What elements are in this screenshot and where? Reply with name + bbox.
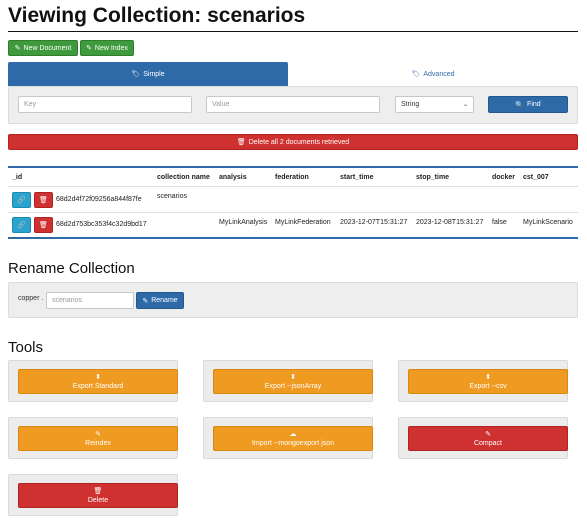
tool-export-standard-panel: ⬍ Export Standard bbox=[8, 360, 178, 402]
tool-export-csv-panel: ⬍ Export --csv bbox=[398, 360, 568, 402]
row-id: 68d2d753bc353f4c32d9bd17 bbox=[56, 221, 147, 228]
export-csv-label: Export --csv bbox=[469, 382, 507, 390]
table-bottom-border bbox=[8, 237, 578, 239]
row-docker: false bbox=[492, 219, 507, 226]
rename-input-value: scenarios bbox=[52, 297, 82, 304]
trash-icon: 🗑 bbox=[93, 487, 103, 495]
new-index-button[interactable]: ✎ New Index bbox=[80, 40, 134, 56]
export-csv-button[interactable]: ⬍ Export --csv bbox=[408, 369, 568, 394]
row-analysis: MyLinkAnalysis bbox=[219, 219, 268, 226]
delete-row-button[interactable]: 🗑 bbox=[34, 192, 53, 208]
tool-delete-panel: 🗑 Delete bbox=[8, 474, 178, 516]
tool-export-jsonarray-panel: ⬍ Export --jsonArray bbox=[203, 360, 373, 402]
tools-title: Tools bbox=[8, 339, 44, 356]
find-label: Find bbox=[527, 101, 541, 108]
delete-collection-button[interactable]: 🗑 Delete bbox=[18, 483, 178, 508]
title-divider bbox=[8, 31, 578, 32]
tab-advanced[interactable]: 🏷 Advanced bbox=[288, 62, 578, 86]
tab-advanced-label: Advanced bbox=[423, 70, 455, 78]
page-title: Viewing Collection: scenarios bbox=[8, 4, 306, 27]
compact-label: Compact bbox=[473, 439, 502, 447]
row-stop-time: 2023-12-08T15:31:27 bbox=[416, 219, 484, 226]
search-icon: 🔍 bbox=[515, 101, 525, 109]
export-icon: ⬍ bbox=[485, 373, 491, 381]
wrench-icon: ✎ bbox=[485, 430, 491, 438]
export-icon: ⬍ bbox=[290, 373, 296, 381]
col-docker: docker bbox=[492, 174, 515, 181]
trash-icon: 🗑 bbox=[39, 222, 48, 229]
row-collection-name: scenarios bbox=[157, 193, 187, 200]
import-button[interactable]: ☁ Import --mongoexport json bbox=[213, 426, 373, 451]
wrench-icon: ✎ bbox=[95, 430, 101, 438]
col-stop-time: stop_time bbox=[416, 174, 450, 181]
key-placeholder: Key bbox=[24, 101, 37, 108]
row-cst-007: MyLinkScenario bbox=[523, 219, 573, 226]
value-input[interactable]: Value bbox=[206, 96, 380, 113]
table-top-border bbox=[8, 166, 578, 168]
rename-title: Rename Collection bbox=[8, 260, 135, 277]
col-analysis: analysis bbox=[219, 174, 247, 181]
upload-icon: ☁ bbox=[289, 430, 297, 438]
col-federation: federation bbox=[275, 174, 309, 181]
rename-button[interactable]: ✎ Rename bbox=[136, 292, 184, 309]
link-icon: 🔗 bbox=[17, 197, 26, 204]
value-placeholder: Value bbox=[212, 101, 230, 108]
tool-compact-panel: ✎ Compact bbox=[398, 417, 568, 459]
import-label: Import --mongoexport json bbox=[251, 439, 335, 447]
link-button[interactable]: 🔗 bbox=[12, 217, 31, 233]
tags-icon: 🏷 bbox=[411, 71, 421, 78]
delete-collection-label: Delete bbox=[87, 496, 109, 504]
pencil-icon: ✎ bbox=[86, 45, 92, 52]
delete-all-label: Delete all 2 documents retrieved bbox=[248, 138, 350, 146]
row-id: 68d2d4f72f09256a844f87fe bbox=[56, 196, 142, 203]
reindex-label: Reindex bbox=[85, 439, 111, 447]
tab-simple-label: Simple bbox=[143, 70, 165, 78]
row-divider bbox=[8, 212, 578, 213]
tool-reindex-panel: ✎ Reindex bbox=[8, 417, 178, 459]
rename-prefix: copper . bbox=[18, 295, 44, 302]
header-divider bbox=[8, 186, 578, 187]
link-button[interactable]: 🔗 bbox=[12, 192, 31, 208]
col-id: _id bbox=[12, 174, 23, 181]
rename-input[interactable]: scenarios bbox=[46, 292, 134, 309]
delete-row-button[interactable]: 🗑 bbox=[34, 217, 53, 233]
key-input[interactable]: Key bbox=[18, 96, 192, 113]
delete-all-button[interactable]: 🗑 Delete all 2 documents retrieved bbox=[8, 134, 578, 150]
chevron-down-icon: ⌄ bbox=[462, 102, 468, 108]
export-standard-label: Export Standard bbox=[72, 382, 124, 390]
trash-icon: 🗑 bbox=[39, 197, 48, 204]
col-cst-007: cst_007 bbox=[523, 174, 549, 181]
new-document-button[interactable]: ✎ New Document bbox=[8, 40, 78, 56]
export-icon: ⬍ bbox=[95, 373, 101, 381]
type-select-value: String bbox=[401, 101, 420, 108]
rename-label: Rename bbox=[151, 297, 178, 304]
tab-simple[interactable]: 🏷 Simple bbox=[8, 62, 288, 86]
new-index-label: New Index bbox=[94, 44, 128, 52]
pencil-icon: ✎ bbox=[142, 297, 149, 305]
export-jsonarray-label: Export --jsonArray bbox=[264, 382, 322, 390]
col-start-time: start_time bbox=[340, 174, 374, 181]
link-icon: 🔗 bbox=[17, 222, 26, 229]
new-document-label: New Document bbox=[23, 44, 72, 52]
export-jsonarray-button[interactable]: ⬍ Export --jsonArray bbox=[213, 369, 373, 394]
row-start-time: 2023-12-07T15:31:27 bbox=[340, 219, 408, 226]
reindex-button[interactable]: ✎ Reindex bbox=[18, 426, 178, 451]
trash-icon: 🗑 bbox=[236, 139, 246, 146]
col-collection-name: collection name bbox=[157, 174, 210, 181]
compact-button[interactable]: ✎ Compact bbox=[408, 426, 568, 451]
tag-icon: 🏷 bbox=[131, 71, 141, 78]
row-federation: MyLinkFederation bbox=[275, 219, 331, 226]
find-button[interactable]: 🔍 Find bbox=[488, 96, 568, 113]
pencil-icon: ✎ bbox=[14, 45, 21, 52]
tool-import-panel: ☁ Import --mongoexport json bbox=[203, 417, 373, 459]
export-standard-button[interactable]: ⬍ Export Standard bbox=[18, 369, 178, 394]
type-select[interactable]: String ⌄ bbox=[395, 96, 474, 113]
